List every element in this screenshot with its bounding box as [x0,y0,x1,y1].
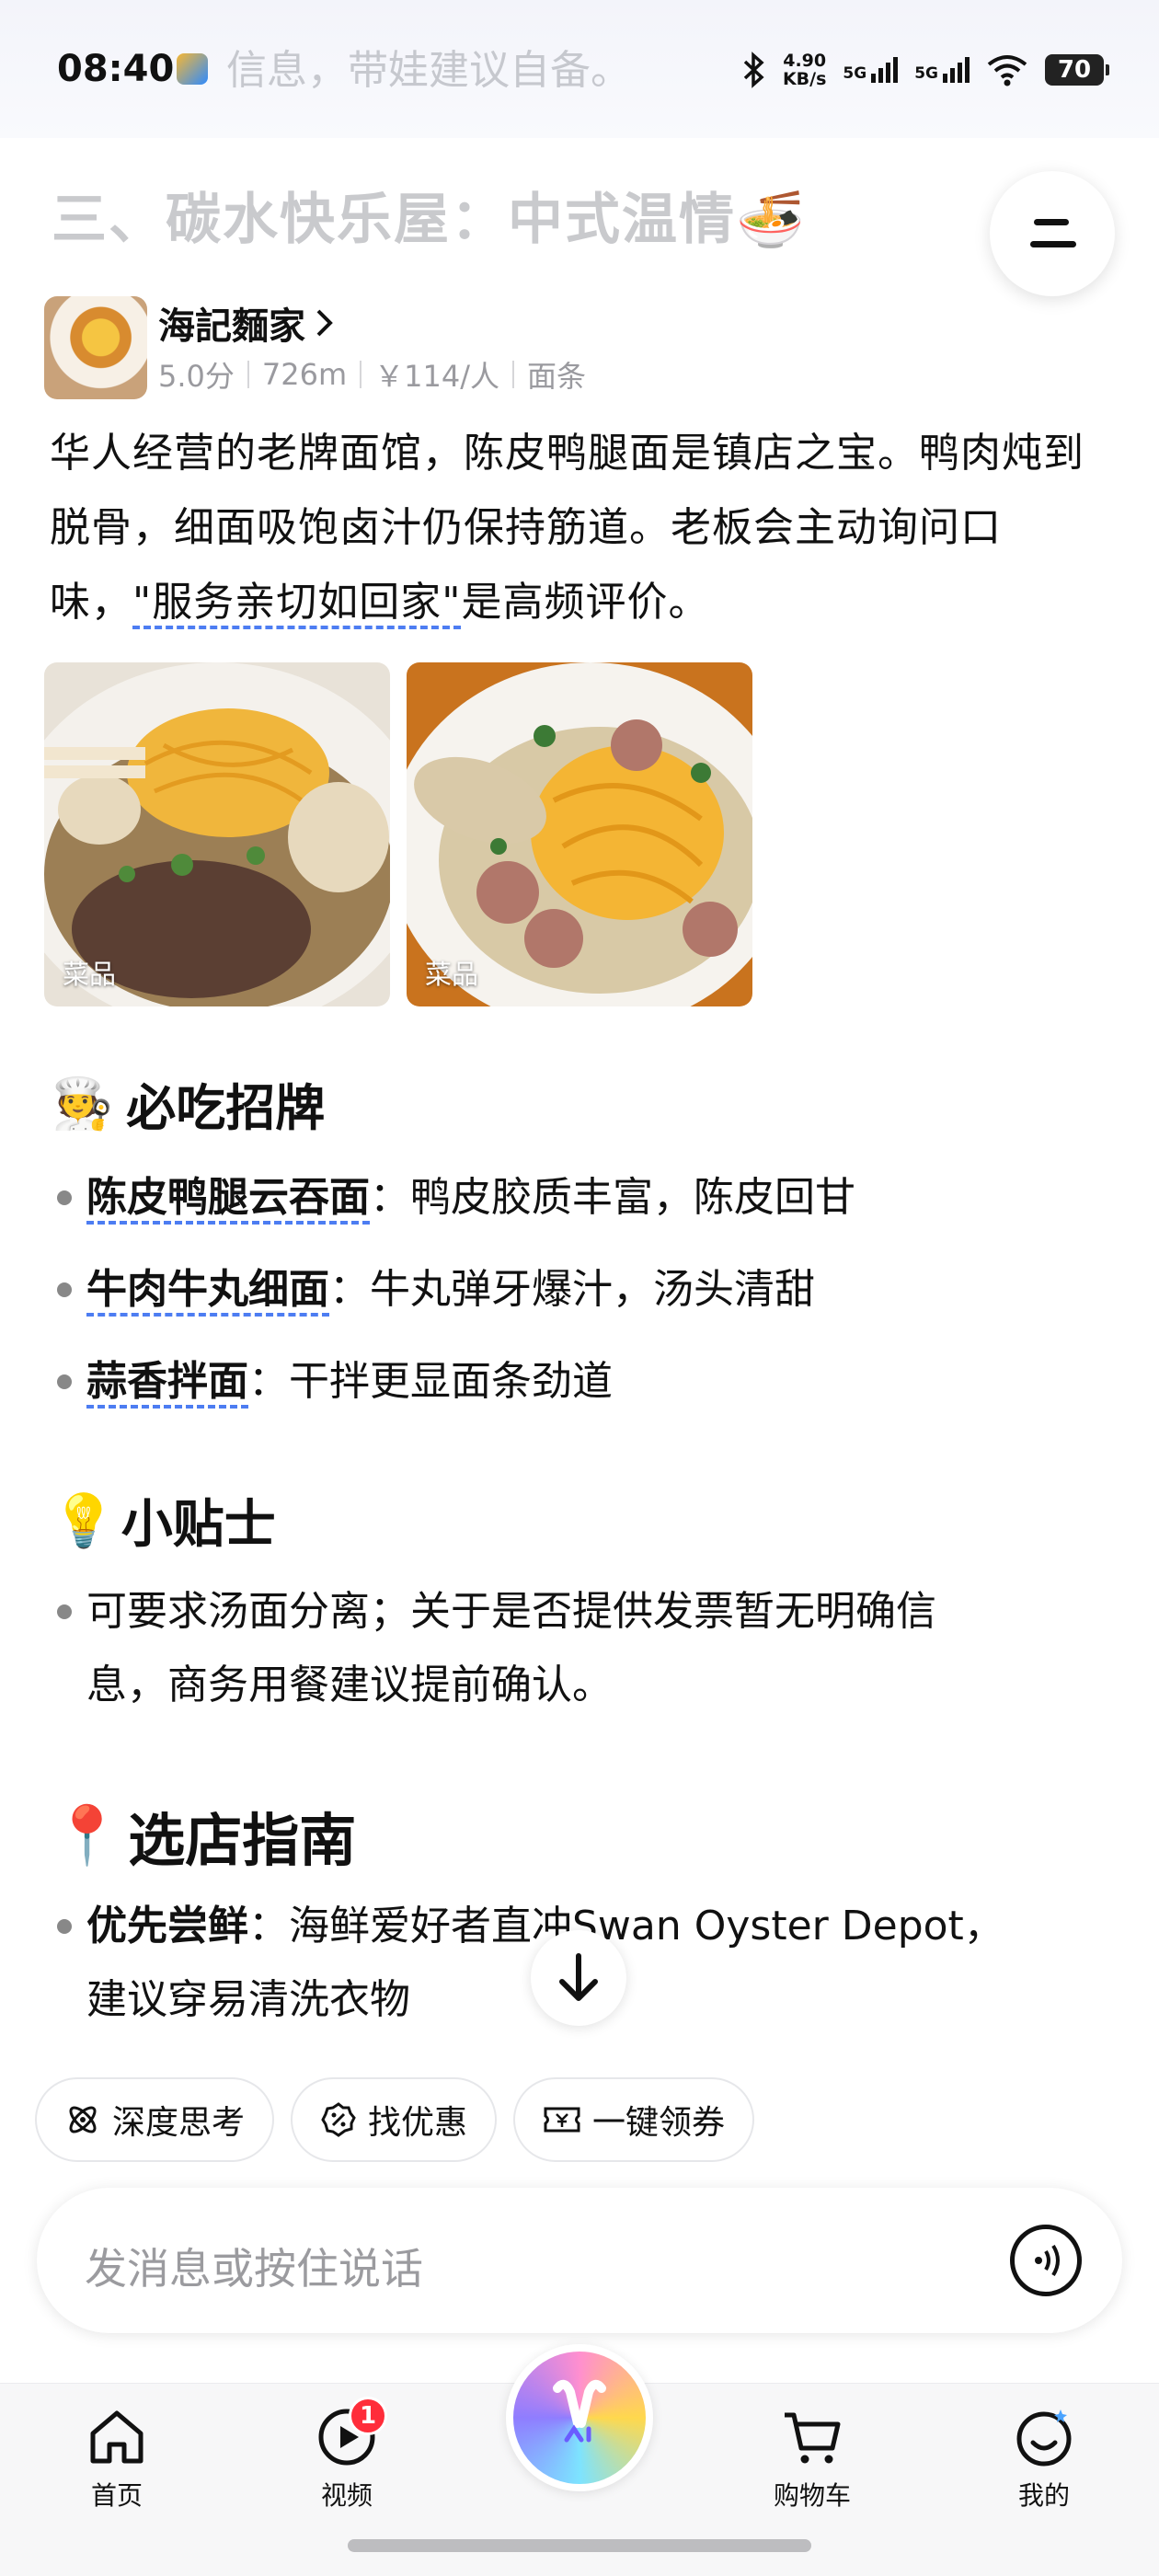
bullet-dot [57,1374,72,1389]
chevron-right-icon [316,309,333,337]
status-time: 08:40 [57,48,175,90]
signal-sim2-icon: 5G [914,57,970,83]
photo-caption: 菜品 [63,959,117,990]
shop-rating: 5.0分 [158,359,235,394]
menu-icon [1034,219,1069,225]
sound-wave-icon [1035,2244,1060,2277]
section-title-must-eat: 🧑‍🍳 必吃招牌 [52,1074,326,1138]
assistant-logo-icon [553,2379,606,2443]
tab-home[interactable]: 首页 [48,2404,186,2513]
divider [512,361,515,388]
bullet-dot [57,1919,72,1934]
notification-app-icon [177,53,208,85]
assistant-orb-button[interactable] [506,2344,653,2491]
shop-category: 面条 [527,359,587,394]
dish-photo[interactable]: 菜品 [407,662,752,1006]
voice-button[interactable] [1010,2225,1082,2296]
faded-section-heading: 三、碳水快乐屋：中式温情🍜 [52,188,807,252]
list-item: 陈皮鸭腿云吞面：鸭皮胶质丰富，陈皮回甘 [57,1161,855,1235]
shop-description: 华人经营的老牌面馆，陈皮鸭腿面是镇店之宝。鸭肉炖到脱骨，细面吸饱卤汁仍保持筋道。… [50,416,1107,639]
shop-price: ￥114/人 [374,359,500,394]
shop-name[interactable]: 海記麵家 [158,296,335,350]
dish-link[interactable]: 牛肉牛丸细面 [86,1266,329,1317]
notification-badge: 1 [349,2397,387,2435]
dish-link[interactable]: 蒜香拌面 [86,1358,248,1409]
list-item: 蒜香拌面：干拌更显面条劲道 [57,1345,613,1419]
coupon-icon [544,2107,580,2133]
dish-link[interactable]: 陈皮鸭腿云吞面 [86,1174,370,1225]
divider [247,361,249,388]
list-item: 牛肉牛丸细面：牛丸弹牙爆汁，汤头清甜 [57,1253,815,1327]
dish-photo[interactable]: 菜品 [44,662,390,1006]
scroll-down-button[interactable] [531,1930,626,2026]
dish-photos: 菜品 菜品 [44,662,752,1006]
divider [360,361,362,388]
tab-video[interactable]: 1 视频 [278,2397,416,2513]
chip-coupons[interactable]: 一键领券 [513,2077,755,2162]
shop-meta: 5.0分 726m ￥114/人 面条 [158,353,586,396]
battery-icon: 70 [1045,54,1109,86]
profile-icon [1016,2409,1072,2467]
faded-scroll-text: 信息，带娃建议自备。 [226,47,631,94]
pin-icon: 📍 [52,1801,123,1869]
bullet-dot [57,1282,72,1297]
shop-distance: 726m [261,357,348,392]
wifi-icon [987,55,1027,86]
bluetooth-icon [743,52,764,88]
bullet-dot [57,1604,72,1619]
lightbulb-icon: 💡 [52,1490,116,1551]
atom-icon [69,2106,97,2133]
list-item: 可要求汤面分离；关于是否提供发票暂无明确信 息，商务用餐建议提前确认。 [57,1575,936,1722]
photo-caption: 菜品 [425,959,479,990]
chip-deep-thinking[interactable]: 深度思考 [35,2077,275,2162]
section-title-tips: 💡 小贴士 [52,1490,276,1556]
status-bar: 08:40 信息，带娃建议自备。 4.90 KB/s 5G 5G 70 [0,0,1159,138]
message-input[interactable]: 发消息或按住说话 [37,2188,1122,2333]
cart-icon [785,2412,841,2464]
home-indicator [348,2539,811,2552]
chef-icon: 🧑‍🍳 [52,1074,114,1133]
chip-find-deals[interactable]: 找优惠 [291,2077,498,2162]
section-title-guide: 📍 选店指南 [52,1801,357,1874]
shop-thumbnail [44,296,147,399]
discount-icon [321,2102,356,2137]
signal-sim1-icon: 5G [843,57,899,83]
message-input-placeholder: 发消息或按住说话 [85,2244,423,2294]
menu-button[interactable] [990,171,1115,296]
home-icon [90,2410,143,2464]
tab-cart[interactable]: 购物车 [743,2404,881,2513]
net-speed: 4.90 KB/s [782,51,827,89]
quick-action-chips: 深度思考 找优惠 一键领券 [35,2077,755,2162]
status-indicators: 4.90 KB/s 5G 5G 70 [742,51,1109,89]
shop-card[interactable]: 海記麵家 5.0分 726m ￥114/人 面条 [44,296,927,399]
bullet-dot [57,1190,72,1205]
review-highlight-link[interactable]: "服务亲切如回家" [132,579,462,629]
arrow-down-icon [559,1953,598,2001]
tab-profile[interactable]: 我的 [975,2404,1113,2513]
